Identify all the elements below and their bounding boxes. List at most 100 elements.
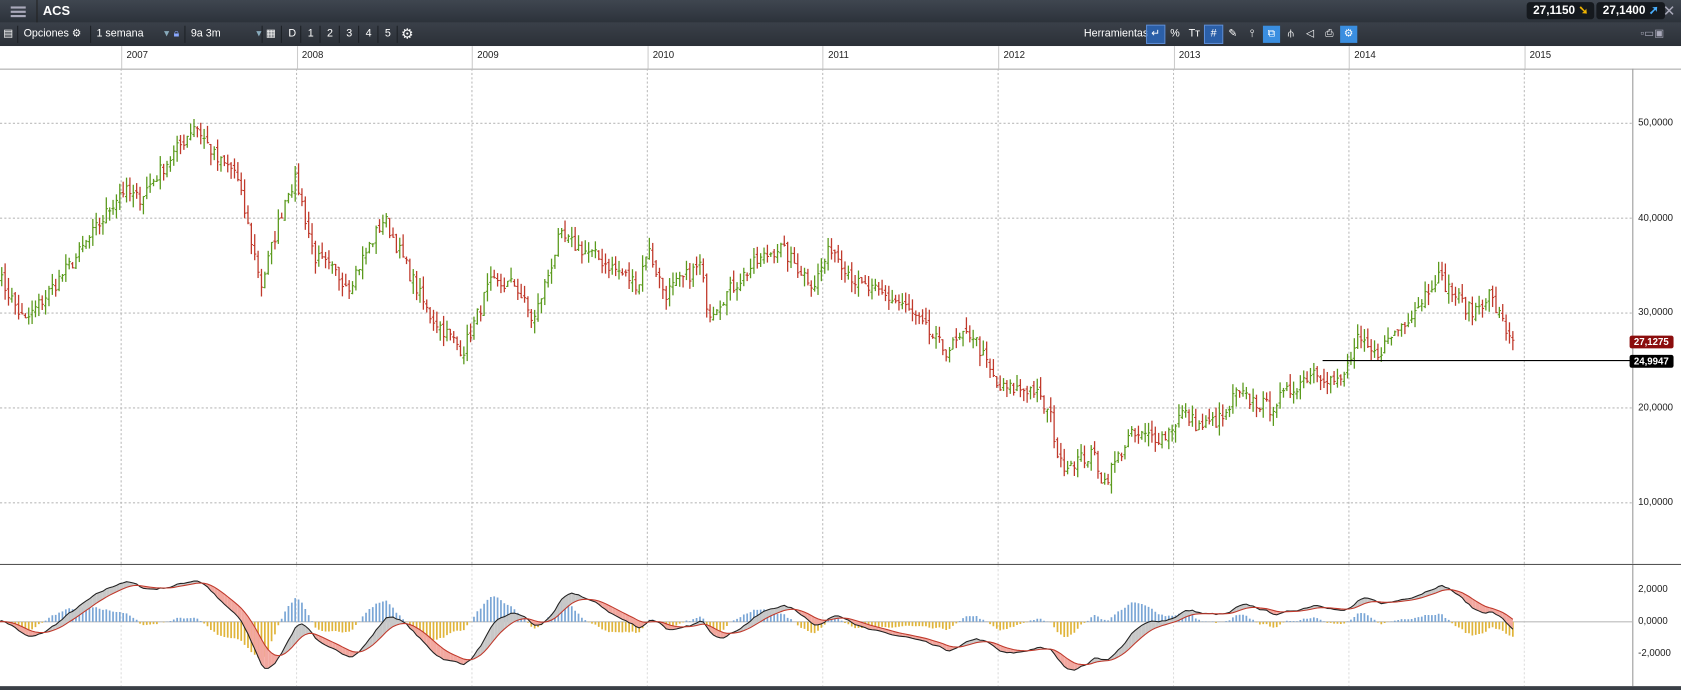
preset-5[interactable]: 5 <box>377 25 397 43</box>
ohlc-bar <box>344 273 348 287</box>
ohlc-bar <box>1288 374 1292 399</box>
ohlc-bar <box>539 298 544 314</box>
calendar-icon[interactable]: ▦ <box>261 25 276 43</box>
ohlc-bar <box>266 250 270 275</box>
ohlc-bar <box>674 272 678 287</box>
ohlc-bar <box>1022 388 1026 402</box>
preset-1[interactable]: 1 <box>300 25 320 43</box>
ohlc-bar <box>988 358 992 378</box>
ohlc-bar <box>391 227 395 238</box>
ohlc-bar <box>151 178 156 187</box>
ohlc-bar <box>50 273 54 295</box>
year-tick-label: 2007 <box>126 49 148 61</box>
ohlc-bar <box>1146 422 1151 447</box>
options-button[interactable]: Opciones ⚙ <box>17 25 82 43</box>
ohlc-bar <box>1447 274 1451 304</box>
menu-button[interactable] <box>0 0 38 23</box>
draw-pencil-icon[interactable]: ✎ <box>1224 26 1241 43</box>
ohlc-bar <box>964 317 969 334</box>
ohlc-bar <box>182 134 186 150</box>
ohlc-bar <box>1497 306 1501 319</box>
settings-gear-icon[interactable]: ⚙ <box>396 25 413 43</box>
settings-percent-icon[interactable]: ⚙ <box>1340 25 1358 43</box>
bid-quote[interactable]: 27,1150 ➘ <box>1526 2 1595 20</box>
ohlc-bar <box>1167 427 1171 450</box>
ohlc-bar <box>1180 405 1184 419</box>
ohlc-bar <box>870 278 874 300</box>
ohlc-bar <box>472 316 476 340</box>
ohlc-bar <box>678 271 682 287</box>
ohlc-bar <box>1477 295 1481 315</box>
ohlc-bar <box>219 156 223 172</box>
ohlc-bar <box>600 248 604 274</box>
ohlc-bar <box>404 256 409 265</box>
ohlc-bar <box>1072 461 1076 477</box>
ohlc-bar <box>816 263 820 295</box>
chevron-down-icon: ▾ <box>163 27 170 40</box>
ohlc-bar <box>317 245 321 267</box>
ohlc-bar <box>455 336 459 351</box>
ohlc-bar <box>617 260 621 280</box>
ohlc-bar <box>273 230 277 250</box>
ohlc-bar <box>415 270 419 301</box>
ohlc-bar <box>1410 310 1414 324</box>
preset-4[interactable]: 4 <box>358 25 378 43</box>
ohlc-bar <box>684 260 689 281</box>
preset-3[interactable]: 3 <box>338 25 359 43</box>
indicators-icon[interactable]: ⫛ <box>1282 26 1299 43</box>
ohlc-bar <box>1403 322 1407 335</box>
ohlc-bar <box>583 240 587 255</box>
ohlc-bar <box>877 281 881 296</box>
ohlc-bar <box>954 328 958 349</box>
ohlc-bar <box>735 282 739 301</box>
range-select[interactable]: 9a 3m ▾ <box>184 25 263 43</box>
print-icon[interactable]: ⎙ <box>1321 26 1338 43</box>
ohlc-bar <box>1133 428 1137 443</box>
ohlc-bar <box>566 234 571 243</box>
ohlc-bar <box>148 173 152 193</box>
ohlc-bar <box>263 271 267 289</box>
ohlc-bar <box>765 244 770 263</box>
percent-button[interactable]: % <box>1166 26 1183 43</box>
ohlc-bar <box>991 359 996 378</box>
ohlc-bar <box>698 254 702 275</box>
list-icon[interactable]: ▤ <box>3 26 13 43</box>
ohlc-bar <box>1285 382 1289 392</box>
year-tick-label: 2011 <box>828 49 849 61</box>
ohlc-bar <box>1042 395 1046 414</box>
interval-select[interactable]: 1 semana ▾ <box>90 25 171 43</box>
lock-icon[interactable]: 🔒︎ <box>174 26 180 43</box>
ohlc-bar <box>738 273 743 292</box>
close-icon[interactable]: ✕ <box>1663 2 1676 20</box>
ohlc-bar <box>1254 394 1259 418</box>
ohlc-bar <box>769 252 773 257</box>
ask-quote[interactable]: 27,1400 ➚ <box>1596 2 1666 20</box>
ohlc-bar <box>715 309 719 316</box>
ohlc-bar <box>1295 388 1299 400</box>
price-chart[interactable] <box>0 68 1681 564</box>
ohlc-bar <box>897 294 901 311</box>
ohlc-bar <box>212 146 216 161</box>
gear-icon: ⚙ <box>71 27 82 40</box>
preset-2[interactable]: 2 <box>319 25 339 43</box>
ohlc-bar <box>199 122 203 145</box>
grid-icon[interactable]: # <box>1203 24 1224 44</box>
ohlc-bar <box>1066 460 1070 475</box>
ohlc-bar <box>1487 289 1491 312</box>
preset-day[interactable]: D <box>280 25 301 43</box>
layout-icon[interactable]: ▫▭▣ <box>1640 26 1664 43</box>
ohlc-bar <box>435 311 439 334</box>
ohlc-bar <box>1012 382 1016 396</box>
ohlc-bar <box>475 308 479 325</box>
text-size-button[interactable]: Tт <box>1186 26 1203 43</box>
tag-icon[interactable]: ◁ <box>1302 26 1319 43</box>
macd-chart[interactable] <box>0 564 1681 687</box>
candle-icon[interactable]: ⫯ <box>1244 26 1261 43</box>
ohlc-bar <box>256 250 260 279</box>
ohlc-bar <box>809 280 813 297</box>
compare-icon[interactable]: ⧉ <box>1262 25 1281 43</box>
ohlc-bar <box>910 299 915 322</box>
back-icon[interactable]: ↵ <box>1146 24 1166 44</box>
ohlc-bar <box>1393 330 1397 336</box>
ohlc-bar <box>620 268 624 276</box>
